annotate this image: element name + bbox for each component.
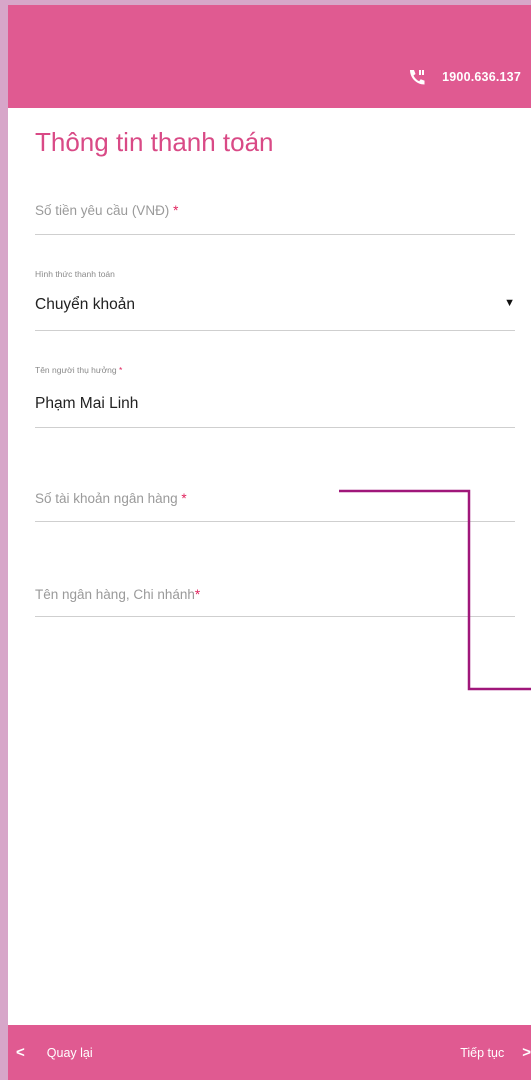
beneficiary-label: Tên người thụ hưởng * [35, 365, 123, 375]
amount-field[interactable]: Số tiền yêu cầu (VNĐ) * [35, 195, 515, 235]
required-mark: * [118, 365, 123, 375]
dropdown-arrow-icon: ▼ [504, 297, 515, 309]
account-number-field[interactable]: Số tài khoản ngân hàng * [35, 483, 515, 523]
annotation-connector [339, 489, 531, 691]
field-underline [35, 427, 515, 428]
hotline-number: 1900.636.137 [442, 70, 521, 84]
field-underline [35, 330, 515, 331]
hotline[interactable]: 1900.636.137 [408, 63, 521, 91]
beneficiary-field[interactable]: Tên người thụ hưởng * Phạm Mai Linh [35, 363, 515, 428]
bank-name-placeholder: Tên ngân hàng, Chi nhánh* [35, 587, 201, 602]
required-mark: * [194, 587, 201, 602]
field-underline [35, 234, 515, 235]
amount-placeholder: Số tiền yêu cầu (VNĐ) * [35, 203, 179, 218]
chevron-left-icon: < [16, 1044, 25, 1061]
payment-method-label: Hình thức thanh toán [35, 269, 115, 279]
back-label: Quay lại [46, 1045, 93, 1060]
field-underline [35, 616, 515, 617]
phone-icon [408, 68, 428, 86]
footer-bar: < Quay lại Tiếp tục > [8, 1025, 531, 1080]
required-mark: * [181, 491, 187, 506]
page-title: Thông tin thanh toán [35, 127, 274, 157]
back-button[interactable]: < Quay lại [16, 1025, 93, 1080]
header-bar: 1900.636.137 [8, 5, 531, 108]
next-label: Tiếp tục [460, 1045, 505, 1060]
beneficiary-value: Phạm Mai Linh [35, 395, 139, 412]
payment-method-select[interactable]: Hình thức thanh toán Chuyển khoản ▼ [35, 267, 515, 331]
chevron-right-icon: > [522, 1044, 531, 1061]
bank-name-field[interactable]: Tên ngân hàng, Chi nhánh* [35, 579, 515, 619]
required-mark: * [173, 203, 179, 218]
app-frame: 1900.636.137 Thông tin thanh toán Số tiề… [8, 5, 531, 1080]
account-number-placeholder: Số tài khoản ngân hàng * [35, 491, 187, 506]
payment-method-value: Chuyển khoản [35, 296, 135, 313]
next-button[interactable]: Tiếp tục > [460, 1025, 531, 1080]
field-underline [35, 521, 515, 522]
